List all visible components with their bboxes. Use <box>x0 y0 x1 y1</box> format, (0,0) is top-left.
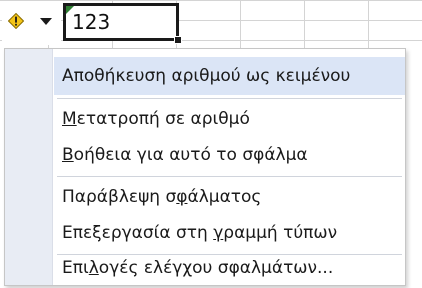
menu-separator <box>57 98 402 99</box>
cell-value: 123 <box>72 10 111 34</box>
active-cell[interactable]: 123 <box>63 3 182 44</box>
error-options-menu: Αποθήκευση αριθμού ως κειμένου Μετατροπή… <box>4 48 406 286</box>
menu-item-help-on-error[interactable]: Βοήθεια για αυτό το σφάλμα <box>54 136 405 174</box>
menu-item-label: Μετατροπή σε αριθμό <box>62 109 250 129</box>
menu-separator <box>57 176 402 177</box>
menu-item-convert-to-number[interactable]: Μετατροπή σε αριθμό <box>54 100 405 138</box>
dropdown-arrow-icon <box>40 18 52 25</box>
menu-item-label: Παράβλεψη σφάλματος <box>62 187 262 207</box>
error-indicator-triangle <box>66 6 74 14</box>
fill-handle[interactable] <box>174 36 182 44</box>
menu-item-label: Επιλογές ελέγχου σφαλμάτων... <box>62 258 334 278</box>
menu-item-label: Επεξεργασία στη γραμμή τύπων <box>62 223 338 243</box>
menu-item-store-as-text[interactable]: Αποθήκευση αριθμού ως κειμένου <box>54 57 405 95</box>
menu-item-ignore-error[interactable]: Παράβλεψη σφάλματος <box>54 178 405 216</box>
error-smart-tag-button[interactable] <box>2 1 61 45</box>
warning-diamond-icon <box>7 12 25 30</box>
menu-icon-gutter <box>5 49 53 285</box>
menu-item-label: Βοήθεια για αυτό το σφάλμα <box>62 145 308 165</box>
menu-item-label: Αποθήκευση αριθμού ως κειμένου <box>62 66 351 86</box>
menu-item-error-checking-options[interactable]: Επιλογές ελέγχου σφαλμάτων... <box>54 249 405 287</box>
menu-item-edit-in-formula-bar[interactable]: Επεξεργασία στη γραμμή τύπων <box>54 214 405 252</box>
